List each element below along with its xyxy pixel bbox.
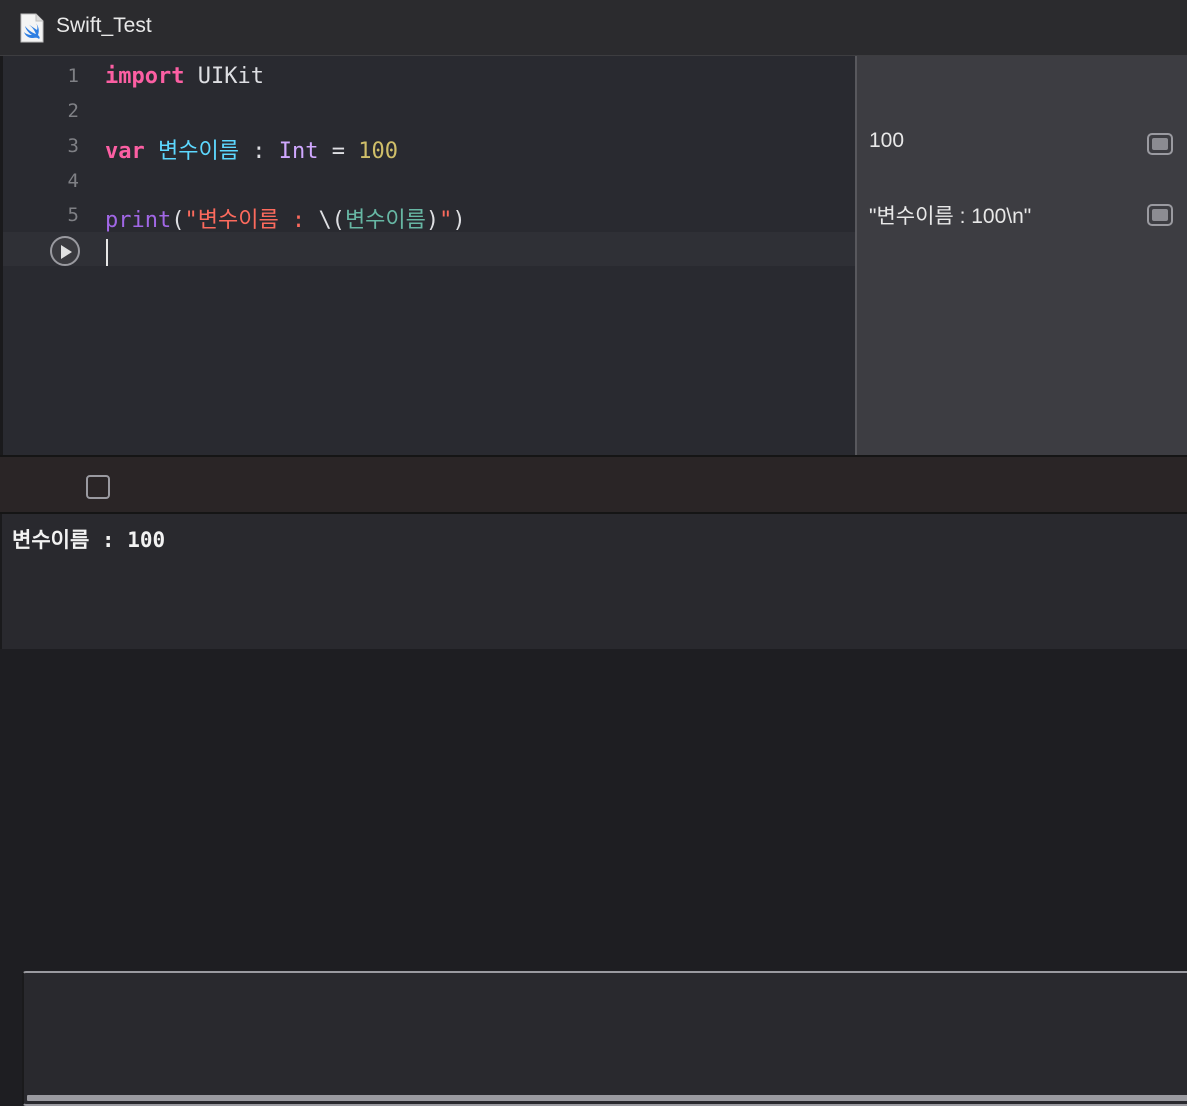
swift-file-icon: [19, 13, 45, 43]
results-sidebar: 100 "변수이름 : 100\n": [855, 56, 1187, 455]
interpolated-variable: 변수이름: [344, 208, 426, 233]
variable-name: 변수이름: [144, 139, 239, 164]
function-print: print: [105, 208, 172, 233]
debug-bar: [0, 455, 1187, 1106]
number-literal: 100: [358, 139, 398, 164]
string-literal-start: "변수이름 :: [184, 208, 319, 233]
run-playground-button[interactable]: [50, 236, 80, 266]
toggle-console-icon[interactable]: [86, 475, 110, 499]
quick-look-icon[interactable]: [1147, 204, 1173, 226]
interpolation-open: \(: [318, 208, 345, 233]
keyword-import: import: [105, 64, 185, 89]
result-line-3: 100: [869, 129, 905, 152]
line-number-4: 4: [67, 170, 79, 192]
colon: :: [238, 139, 279, 164]
text-cursor: [106, 239, 108, 266]
title-bar: Swift_Test: [0, 0, 1187, 56]
hide-debug-area-icon[interactable]: [22, 971, 1187, 1106]
line-number-5: 5: [67, 204, 79, 226]
code-line-3[interactable]: var 변수이름 : Int = 100: [105, 133, 398, 165]
window-title: Swift_Test: [56, 14, 152, 37]
type-name: Int: [278, 139, 319, 164]
play-icon: [61, 245, 72, 259]
result-line-5: "변수이름 : 100\n": [869, 205, 1032, 228]
console-area[interactable]: 변수이름 : 100: [0, 514, 1187, 649]
string-literal-end: ": [439, 208, 453, 233]
line-number-2: 2: [67, 100, 79, 122]
current-line-highlight: [3, 232, 855, 266]
console-output: 변수이름 : 100: [12, 528, 166, 552]
keyword-var: var: [105, 139, 145, 164]
paren-open: (: [171, 208, 185, 233]
interpolation-close: ): [425, 208, 440, 233]
code-line-1[interactable]: import UIKit: [105, 64, 264, 89]
code-editor[interactable]: 1 2 3 4 5 import UIKit var 변수이름 : Int = …: [0, 56, 855, 455]
quick-look-icon[interactable]: [1147, 133, 1173, 155]
equals: =: [318, 139, 359, 164]
module-name: UIKit: [184, 64, 264, 89]
line-number-3: 3: [67, 135, 79, 157]
paren-close: ): [452, 208, 466, 233]
code-line-5[interactable]: print("변수이름 : \(변수이름)"): [105, 202, 466, 234]
line-number-1: 1: [67, 65, 79, 87]
